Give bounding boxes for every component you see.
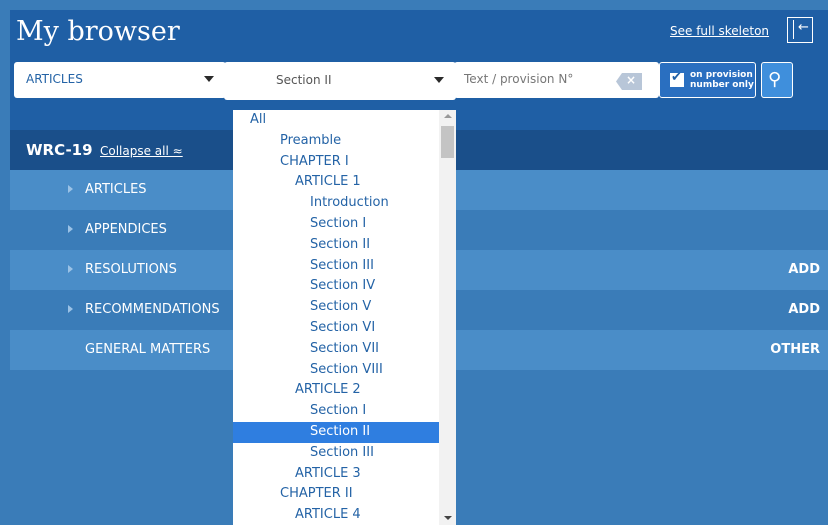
chevron-down-icon xyxy=(434,77,444,83)
search-input[interactable]: Text / provision N° × xyxy=(454,62,659,98)
type-select-value: ARTICLES xyxy=(26,72,83,86)
search-button[interactable]: ⚲ xyxy=(761,62,793,98)
dropdown-option[interactable]: Section II xyxy=(233,235,439,256)
dropdown-option-label: Section I xyxy=(310,403,367,418)
scroll-thumb[interactable] xyxy=(441,126,454,158)
dropdown-option-label: ARTICLE 4 xyxy=(295,507,361,522)
add-button[interactable]: ADD xyxy=(788,302,820,317)
dropdown-option[interactable]: ARTICLE 2 xyxy=(233,380,439,401)
tree-row-label: APPENDICES xyxy=(85,222,167,237)
dropdown-option[interactable]: ARTICLE 4 xyxy=(233,505,439,525)
provision-toggle-label: on provision number only xyxy=(690,70,754,90)
tree-root-title: WRC-19 xyxy=(26,141,93,159)
dropdown-option-label: Section IV xyxy=(310,278,376,293)
type-select[interactable]: ARTICLES xyxy=(14,62,226,98)
dropdown-option[interactable]: Section VII xyxy=(233,339,439,360)
expand-arrow-icon[interactable] xyxy=(68,225,73,233)
dropdown-option[interactable]: Section I xyxy=(233,401,439,422)
dropdown-option[interactable]: ARTICLE 1 xyxy=(233,172,439,193)
dropdown-option-label: Section II xyxy=(310,424,371,439)
tree-row-label: RESOLUTIONS xyxy=(85,262,177,277)
dropdown-option[interactable]: ARTICLE 3 xyxy=(233,464,439,485)
provision-number-only-toggle[interactable]: on provisionnumber only xyxy=(659,62,756,98)
checkbox-icon[interactable] xyxy=(670,70,684,87)
section-select[interactable]: Section II xyxy=(224,62,456,100)
dropdown-option-label: Preamble xyxy=(280,133,342,148)
dropdown-scrollbar[interactable] xyxy=(439,110,456,525)
dropdown-option-label: Section VI xyxy=(310,320,376,335)
dropdown-option-label: All xyxy=(250,112,267,127)
clear-icon[interactable]: × xyxy=(616,73,642,90)
dropdown-option-label: Section VIII xyxy=(310,362,383,377)
section-select-value: Section II xyxy=(276,73,332,87)
dropdown-option-label: ARTICLE 1 xyxy=(295,174,361,189)
collapse-panel-icon[interactable]: ← xyxy=(787,17,813,43)
expand-arrow-icon[interactable] xyxy=(68,185,73,193)
scroll-up-icon[interactable] xyxy=(444,114,452,118)
search-icon: ⚲ xyxy=(768,69,782,90)
dropdown-option-label: Introduction xyxy=(310,195,389,210)
dropdown-option[interactable]: Section IV xyxy=(233,276,439,297)
dropdown-option[interactable]: Section II xyxy=(233,422,439,443)
dropdown-option[interactable]: Section I xyxy=(233,214,439,235)
dropdown-option[interactable]: Section III xyxy=(233,443,439,464)
tree-row-label: GENERAL MATTERS xyxy=(85,342,211,357)
dropdown-option-label: ARTICLE 3 xyxy=(295,466,361,481)
see-full-skeleton-link[interactable]: See full skeleton xyxy=(670,24,769,38)
other-button[interactable]: OTHER xyxy=(770,342,820,357)
dropdown-option[interactable]: CHAPTER I xyxy=(233,152,439,173)
dropdown-option[interactable]: Introduction xyxy=(233,193,439,214)
dropdown-option-label: ARTICLE 2 xyxy=(295,382,361,397)
app-title: My browser xyxy=(16,16,180,47)
dropdown-option-label: Section I xyxy=(310,216,367,231)
dropdown-option[interactable]: All xyxy=(233,110,439,131)
dropdown-option[interactable]: CHAPTER II xyxy=(233,484,439,505)
dropdown-option-label: Section VII xyxy=(310,341,379,356)
dropdown-option-label: Section III xyxy=(310,258,374,273)
dropdown-option-label: Section V xyxy=(310,299,372,314)
chevron-down-icon xyxy=(204,76,214,82)
tree-row-label: ARTICLES xyxy=(85,182,147,197)
dropdown-option[interactable]: Section VI xyxy=(233,318,439,339)
add-button[interactable]: ADD xyxy=(788,262,820,277)
expand-arrow-icon[interactable] xyxy=(68,305,73,313)
dropdown-option-label: CHAPTER II xyxy=(280,486,353,501)
dropdown-option[interactable]: Preamble xyxy=(233,131,439,152)
dropdown-option-label: CHAPTER I xyxy=(280,154,349,169)
dropdown-option-label: Section II xyxy=(310,237,371,252)
collapse-all-link[interactable]: Collapse all ≈ xyxy=(100,144,183,158)
dropdown-option[interactable]: Section VIII xyxy=(233,360,439,381)
search-placeholder: Text / provision N° xyxy=(464,72,574,86)
expand-arrow-icon[interactable] xyxy=(68,265,73,273)
dropdown-option[interactable]: Section III xyxy=(233,256,439,277)
dropdown-option-label: Section III xyxy=(310,445,374,460)
section-dropdown-list[interactable]: All Preamble CHAPTER I ARTICLE 1 Introductio… xyxy=(233,110,456,525)
tree-row-label: RECOMMENDATIONS xyxy=(85,302,220,317)
scroll-down-icon[interactable] xyxy=(444,516,452,520)
dropdown-option[interactable]: Section V xyxy=(233,297,439,318)
